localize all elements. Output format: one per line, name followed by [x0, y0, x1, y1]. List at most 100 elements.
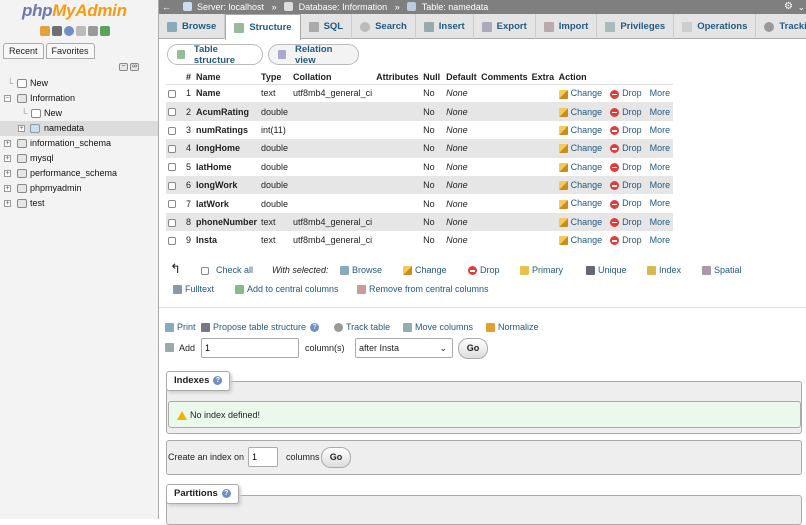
bulk-browse-link[interactable]: Browse [340, 264, 382, 276]
tab-insert[interactable]: Insert [416, 14, 474, 39]
back-arrow-icon[interactable]: ← [162, 0, 171, 14]
settings-icon[interactable] [88, 26, 98, 36]
phpmyadmin-logo[interactable]: phpMyAdmin [22, 1, 127, 21]
add-central-columns-link[interactable]: Add to central columns [235, 283, 339, 295]
more-link[interactable]: More [650, 143, 671, 153]
expand-icon[interactable]: + [4, 140, 11, 147]
bulk-primary-link[interactable]: Primary [520, 264, 563, 276]
remove-central-columns-link[interactable]: Remove from central columns [357, 283, 489, 295]
gear-icon[interactable]: ⚙ [784, 0, 793, 14]
help-icon[interactable]: ? [310, 323, 320, 333]
change-link[interactable]: Change [558, 198, 602, 209]
row-checkbox[interactable] [166, 84, 184, 103]
drop-link[interactable]: Drop [610, 198, 642, 209]
help-icon[interactable] [64, 26, 74, 36]
tab-export[interactable]: Export [474, 14, 536, 39]
collapse-all-icon[interactable]: − [119, 63, 128, 71]
propose-structure-link[interactable]: Propose table structure? [201, 321, 320, 333]
bulk-spatial-link[interactable]: Spatial [702, 264, 742, 276]
index-column-count-input[interactable] [248, 447, 278, 467]
breadcrumb-database[interactable]: Database: Information [299, 0, 388, 14]
bulk-unique-link[interactable]: Unique [586, 264, 627, 276]
row-checkbox[interactable] [166, 231, 184, 250]
tab-browse[interactable]: Browse [159, 14, 226, 39]
move-columns-link[interactable]: Move columns [403, 321, 473, 333]
add-column-go-button[interactable]: Go [458, 338, 488, 359]
tree-item-new-table[interactable]: └ New [0, 106, 158, 121]
link-icon[interactable]: ∞ [130, 63, 139, 71]
row-checkbox[interactable] [166, 102, 184, 121]
change-link[interactable]: Change [558, 217, 602, 227]
drop-link[interactable]: Drop [610, 162, 642, 172]
drop-link[interactable]: Drop [610, 125, 642, 136]
tab-privileges[interactable]: Privileges [597, 14, 675, 39]
subtab-table-structure[interactable]: Table structure [167, 44, 263, 66]
column-position-select[interactable]: after Insta ⌄ [355, 338, 453, 358]
drop-link[interactable]: Drop [610, 143, 642, 154]
collapse-icon[interactable]: − [4, 95, 11, 102]
more-link[interactable]: More [650, 125, 671, 135]
create-index-go-button[interactable]: Go [321, 447, 351, 468]
tree-item-test[interactable]: + test [0, 196, 158, 211]
change-link[interactable]: Change [558, 88, 602, 99]
tree-item-new[interactable]: └ New [0, 76, 158, 91]
drop-link[interactable]: Drop [610, 107, 642, 117]
more-link[interactable]: More [650, 162, 671, 172]
tree-item-performance-schema[interactable]: + performance_schema [0, 166, 158, 181]
expand-icon[interactable]: + [18, 125, 25, 132]
tree-item-namedata[interactable]: + namedata [0, 121, 158, 136]
bulk-change-link[interactable]: Change [403, 264, 447, 276]
check-all-link[interactable]: Check all [216, 264, 253, 276]
track-table-link[interactable]: Track table [334, 321, 390, 333]
expand-icon[interactable]: + [4, 155, 11, 162]
drop-link[interactable]: Drop [610, 88, 642, 99]
more-link[interactable]: More [650, 88, 671, 98]
partitions-legend[interactable]: Partitions? [166, 484, 239, 504]
more-link[interactable]: More [650, 235, 671, 245]
row-checkbox[interactable] [166, 139, 184, 158]
drop-link[interactable]: Drop [610, 217, 642, 227]
tab-favorites[interactable]: Favorites [45, 43, 95, 59]
bulk-index-link[interactable]: Index [647, 264, 681, 276]
tree-item-information-schema[interactable]: + information_schema [0, 136, 158, 151]
more-link[interactable]: More [650, 198, 671, 208]
breadcrumb-server[interactable]: Server: localhost [197, 0, 264, 14]
tab-tracking[interactable]: Tracking [756, 14, 806, 39]
bulk-fulltext-link[interactable]: Fulltext [173, 283, 214, 295]
row-checkbox[interactable] [166, 194, 184, 213]
row-checkbox[interactable] [166, 120, 184, 140]
print-link[interactable]: Print [165, 321, 196, 333]
home-icon[interactable] [40, 26, 50, 36]
drop-link[interactable]: Drop [610, 180, 642, 191]
help-icon[interactable]: ? [213, 375, 223, 385]
tab-import[interactable]: Import [536, 14, 598, 39]
tab-search[interactable]: Search [352, 14, 416, 39]
more-link[interactable]: More [650, 217, 671, 227]
tab-recent[interactable]: Recent [3, 43, 44, 59]
collapse-icon[interactable]: ⌄ [797, 0, 805, 14]
indexes-legend[interactable]: Indexes? [166, 371, 231, 391]
normalize-link[interactable]: Normalize [486, 321, 539, 333]
tree-item-mysql[interactable]: + mysql [0, 151, 158, 166]
breadcrumb-table[interactable]: Table: namedata [422, 0, 489, 14]
tab-operations[interactable]: Operations [674, 14, 757, 39]
docs-icon[interactable] [76, 26, 86, 36]
row-checkbox[interactable] [166, 175, 184, 195]
expand-icon[interactable]: + [4, 185, 11, 192]
column-count-input[interactable] [201, 338, 299, 358]
tree-item-information[interactable]: − Information [0, 91, 158, 106]
expand-icon[interactable]: + [4, 170, 11, 177]
change-link[interactable]: Change [558, 107, 602, 117]
expand-icon[interactable]: + [4, 200, 11, 207]
row-checkbox[interactable] [166, 157, 184, 176]
tree-item-phpmyadmin[interactable]: + phpmyadmin [0, 181, 158, 196]
change-link[interactable]: Change [558, 125, 602, 136]
change-link[interactable]: Change [558, 143, 602, 154]
row-checkbox[interactable] [166, 212, 184, 232]
change-link[interactable]: Change [558, 235, 602, 246]
more-link[interactable]: More [650, 107, 671, 117]
change-link[interactable]: Change [558, 162, 602, 172]
tab-structure[interactable]: Structure [225, 14, 301, 40]
logout-icon[interactable] [52, 26, 62, 36]
more-link[interactable]: More [650, 180, 671, 190]
